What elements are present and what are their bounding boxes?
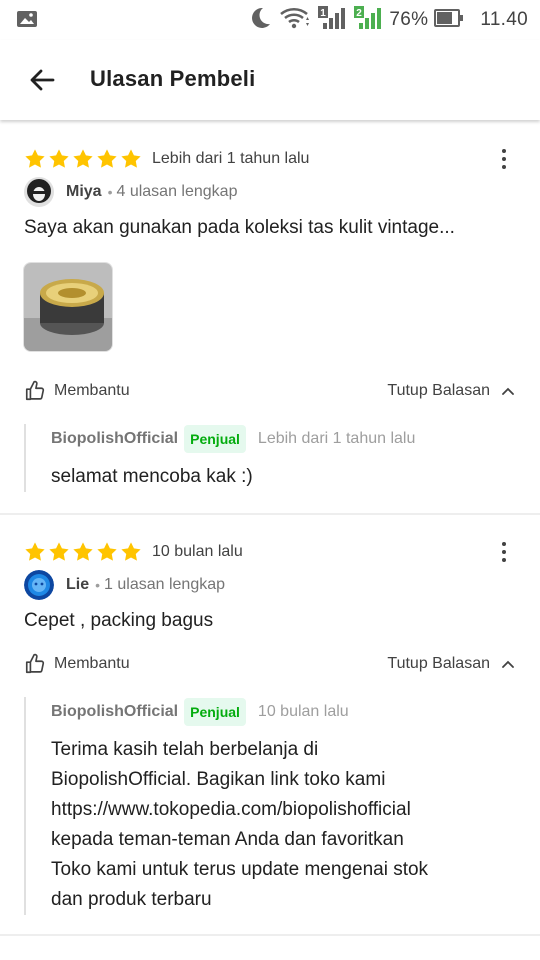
reviewer-name[interactable]: Lie (66, 576, 89, 594)
chevron-up-icon (502, 387, 514, 395)
reply-text-line: Terima kasih telah berbelanja di (51, 739, 319, 760)
close-reply-button[interactable]: Tutup Balasan (387, 382, 516, 400)
arrow-left-icon (30, 69, 55, 91)
star-icon (25, 542, 45, 561)
sim2-label: 2 (357, 8, 363, 19)
seller-name[interactable]: BiopolishOfficial (51, 703, 178, 721)
clock: 11.40 (480, 9, 528, 30)
more-options-button[interactable] (492, 146, 516, 172)
seller-name[interactable]: BiopolishOfficial (51, 430, 178, 448)
separator-dot: • (107, 184, 113, 200)
reply-text-line: dan produk terbaru (51, 889, 212, 910)
rating-row: Lebih dari 1 tahun lalu (24, 148, 309, 170)
review-date: Lebih dari 1 tahun lalu (152, 150, 310, 167)
close-reply-label: Tutup Balasan (387, 382, 490, 399)
rating-row: 10 bulan lalu (24, 541, 243, 563)
battery-percent: 76% (389, 9, 429, 30)
review-text: Cepet , packing bagus (24, 610, 214, 631)
star-rating (24, 148, 142, 170)
star-icon (49, 542, 69, 561)
reply-text-line: Toko kami untuk terus update mengenai st… (51, 859, 429, 880)
reviewer-row: Lie • 1 ulasan lengkap (24, 570, 225, 600)
page-title: Ulasan Pembeli (90, 66, 256, 91)
reviewer-row: Miya • 4 ulasan lengkap (24, 177, 237, 207)
star-icon (121, 542, 141, 561)
helpful-label: Membantu (54, 655, 130, 672)
review-photo[interactable] (23, 262, 113, 352)
star-icon (49, 149, 69, 168)
review-divider (0, 513, 540, 515)
thumbs-up-icon (25, 653, 45, 674)
star-icon (97, 542, 117, 561)
seller-reply-header: BiopolishOfficial Penjual Lebih dari 1 t… (51, 424, 494, 454)
star-rating (24, 541, 142, 563)
seller-reply: BiopolishOfficial Penjual 10 bulan lalu … (24, 697, 494, 915)
review-divider (0, 934, 540, 936)
gallery-notification-icon (16, 10, 38, 33)
seller-badge: Penjual (184, 698, 246, 726)
status-bar: 1 2 76% 11.40 (0, 0, 540, 40)
more-vertical-icon (502, 149, 506, 153)
seller-badge: Penjual (184, 425, 246, 453)
seller-reply-header: BiopolishOfficial Penjual 10 bulan lalu (51, 697, 494, 727)
sim2-signal-icon: 2 (353, 5, 383, 36)
seller-reply: BiopolishOfficial Penjual Lebih dari 1 t… (24, 424, 494, 492)
avatar[interactable] (24, 570, 54, 600)
review-text: Saya akan gunakan pada koleksi tas kulit… (24, 217, 455, 238)
reviewer-review-count: 1 ulasan lengkap (104, 576, 226, 593)
reviewer-name[interactable]: Miya (66, 183, 102, 201)
separator-dot: • (95, 577, 101, 593)
chevron-up-icon (502, 660, 514, 668)
reply-date: 10 bulan lalu (257, 703, 349, 720)
reviewer-review-count: 4 ulasan lengkap (116, 183, 238, 200)
thumbs-up-icon (25, 380, 45, 401)
review-date: 10 bulan lalu (152, 543, 243, 560)
back-button[interactable] (24, 62, 60, 98)
review-actions: Membantu Tutup Balasan (24, 378, 516, 404)
more-vertical-icon (502, 542, 506, 546)
helpful-button[interactable]: Membantu (24, 380, 130, 402)
close-reply-button[interactable]: Tutup Balasan (387, 655, 516, 673)
review-actions: Membantu Tutup Balasan (24, 651, 516, 677)
close-reply-label: Tutup Balasan (387, 655, 490, 672)
helpful-label: Membantu (54, 382, 130, 399)
star-icon (97, 149, 117, 168)
avatar[interactable] (24, 177, 54, 207)
app-bar: Ulasan Pembeli (0, 40, 540, 120)
reply-date: Lebih dari 1 tahun lalu (257, 430, 416, 447)
sim1-label: 1 (321, 8, 327, 19)
more-options-button[interactable] (492, 539, 516, 565)
star-icon (121, 149, 141, 168)
reply-text-line: BiopolishOfficial. Bagikan link toko kam… (51, 769, 386, 790)
do-not-disturb-moon-icon (247, 5, 273, 36)
reply-text: Terima kasih telah berbelanja di Biopoli… (51, 735, 494, 915)
battery-icon (434, 8, 464, 33)
reply-text-line: kepada teman-teman Anda dan favoritkan (51, 829, 404, 850)
wifi-icon (279, 6, 311, 35)
star-icon (25, 149, 45, 168)
star-icon (73, 542, 93, 561)
helpful-button[interactable]: Membantu (24, 653, 130, 675)
star-icon (73, 149, 93, 168)
sim1-signal-icon: 1 (317, 5, 347, 36)
reply-text-line: https://www.tokopedia.com/biopolishoffic… (51, 799, 411, 820)
reply-text: selamat mencoba kak :) (51, 466, 253, 487)
